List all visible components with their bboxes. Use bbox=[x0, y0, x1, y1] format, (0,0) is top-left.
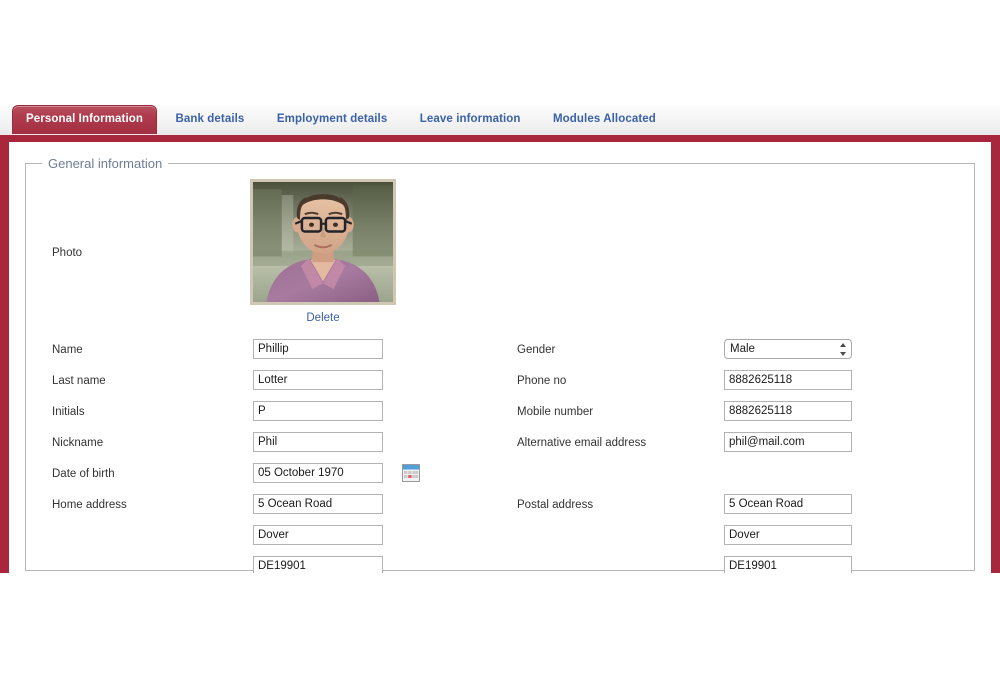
tab-personal-information[interactable]: Personal Information bbox=[12, 105, 158, 134]
postal-address-line1-input[interactable] bbox=[724, 494, 852, 514]
alternative-email-input[interactable] bbox=[724, 432, 852, 452]
general-information-fieldset: General information Photo Delete Name Ph… bbox=[25, 156, 975, 573]
label-initials: Initials bbox=[52, 406, 85, 418]
label-alternative-email: Alternative email address bbox=[517, 437, 647, 449]
last-name-input[interactable] bbox=[253, 370, 383, 390]
row-address-line1: Home address Postal address bbox=[36, 494, 964, 525]
photo-block: Photo Delete bbox=[36, 179, 964, 339]
content-panel: General information Photo Delete Name Ph… bbox=[9, 142, 991, 573]
row-address-line3 bbox=[36, 556, 964, 573]
page-viewport: Personal Information Bank details Employ… bbox=[0, 105, 1000, 573]
label-date-of-birth: Date of birth bbox=[52, 468, 115, 480]
label-mobile-number: Mobile number bbox=[517, 406, 594, 418]
row-initials-mobile: Initials Mobile number bbox=[36, 401, 964, 432]
name-input[interactable] bbox=[253, 339, 383, 359]
postal-address-line2-input[interactable] bbox=[724, 525, 852, 545]
row-lastname-phone: Last name Phone no bbox=[36, 370, 964, 401]
label-nickname: Nickname bbox=[52, 437, 104, 449]
row-address-line2 bbox=[36, 525, 964, 556]
label-gender: Gender bbox=[517, 344, 556, 356]
calendar-icon[interactable] bbox=[402, 464, 420, 482]
postal-address-line3-input[interactable] bbox=[724, 556, 852, 573]
tab-bar: Personal Information Bank details Employ… bbox=[0, 105, 1000, 135]
home-address-line3-input[interactable] bbox=[253, 556, 383, 573]
form-area: Photo Delete Name Phillip Gender Male La… bbox=[36, 177, 964, 573]
label-phone-no: Phone no bbox=[517, 375, 567, 387]
photo-label: Photo bbox=[52, 247, 83, 259]
tab-leave-information[interactable]: Leave information bbox=[406, 105, 535, 134]
label-name: Name bbox=[52, 344, 83, 356]
nickname-input[interactable] bbox=[253, 432, 383, 452]
row-name-gender: Name Gender Male bbox=[36, 339, 964, 370]
content-panel-frame: General information Photo Delete Name Ph… bbox=[0, 135, 1000, 573]
label-home-address: Home address bbox=[52, 499, 127, 511]
app-screen: Personal Information Bank details Employ… bbox=[0, 0, 1000, 700]
tab-bank-details[interactable]: Bank details bbox=[161, 105, 258, 134]
gender-select[interactable]: Male bbox=[724, 339, 852, 359]
initials-input[interactable] bbox=[253, 401, 383, 421]
employee-photo bbox=[250, 179, 396, 305]
row-nickname-email: Nickname Alternative email address bbox=[36, 432, 964, 463]
mobile-number-input[interactable] bbox=[724, 401, 852, 421]
label-postal-address: Postal address bbox=[517, 499, 594, 511]
row-date-of-birth: Date of birth bbox=[36, 463, 964, 494]
label-last-name: Last name bbox=[52, 375, 106, 387]
home-address-line1-input[interactable] bbox=[253, 494, 383, 514]
home-address-line2-input[interactable] bbox=[253, 525, 383, 545]
delete-photo-link[interactable]: Delete bbox=[250, 312, 396, 324]
fieldset-legend: General information bbox=[48, 156, 163, 171]
phone-no-input[interactable] bbox=[724, 370, 852, 390]
date-of-birth-input[interactable] bbox=[253, 463, 383, 483]
tab-employment-details[interactable]: Employment details bbox=[263, 105, 401, 134]
tab-modules-allocated[interactable]: Modules Allocated bbox=[539, 105, 670, 134]
